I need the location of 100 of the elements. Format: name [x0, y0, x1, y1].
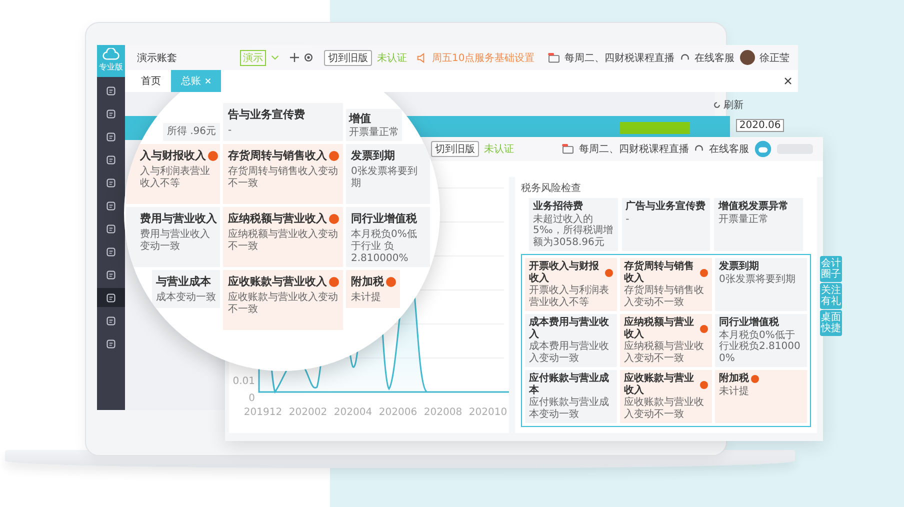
card-title: 发票到期 [719, 261, 759, 272]
risk-card[interactable]: 同行业增值税 本月税负0%低于行业 负2.810000% [346, 207, 430, 267]
risk-card[interactable]: 增值 开票量正常 [346, 109, 402, 141]
warning-icon [700, 324, 708, 332]
card-title: 应纳税额与营业收入 [624, 317, 695, 340]
card-title: 增值 [349, 111, 371, 126]
menu-item-icon [106, 132, 116, 142]
close-icon[interactable] [784, 77, 792, 85]
card-text: 0张发票将要到期 [351, 166, 418, 190]
risk-card[interactable]: 附加税 未计提 [346, 270, 400, 308]
card-text: 未超过收入的5‰，所得税调增额为3058.96元 [533, 214, 614, 248]
card-title: 成本费用与营业收入 [529, 317, 610, 340]
headset-icon [680, 52, 690, 62]
risk-card[interactable]: 成本费用与营业收入 成本费用与营业收入变动一致 [525, 314, 617, 367]
risk-card[interactable]: 应收账款与营业收入 应收账款与营业收入变动不一致 [223, 270, 343, 330]
live-tv-icon [562, 144, 574, 154]
axis-tick-label: 202010 [468, 407, 508, 418]
risk-card[interactable]: 发票到期 0张发票将要到期 [346, 144, 430, 204]
card-title: 同行业增值税 [351, 211, 417, 226]
warning-icon [208, 150, 218, 160]
support-link[interactable]: 在线客服 [709, 142, 749, 156]
card-text: 应付账款与营业成本变动一致 [529, 397, 610, 420]
live-tv-icon [548, 52, 560, 62]
card-text: 未计提 [719, 386, 750, 397]
plus-icon[interactable] [290, 53, 299, 62]
summary-card[interactable]: 广告与业务宣传费 - [622, 198, 710, 251]
menu-item-icon [106, 200, 116, 210]
card-text: - [626, 214, 630, 225]
card-text: 应纳税额与营业收入变动不一致 [228, 229, 339, 253]
switch-version-button[interactable]: 切到旧版 [324, 50, 372, 66]
card-text: 所得 .96元 [166, 126, 216, 138]
card-title: 业务招待费 [533, 201, 584, 212]
card-title: 告与业务宣传费 [228, 107, 305, 122]
card-text: 应收账款与营业收入变动不一致 [624, 397, 705, 420]
warning-icon [751, 374, 759, 383]
warning-icon [700, 380, 708, 388]
warning-icon [700, 268, 708, 276]
account-name[interactable]: 演示账套 [137, 50, 177, 64]
axis-tick-label: 0.01 [232, 376, 255, 387]
card-text: 本月税负0%低于行业 负2.810000% [351, 229, 418, 265]
summary-card[interactable]: 增值税发票异常 开票量正常 [714, 198, 803, 251]
warning-icon [605, 268, 613, 276]
logo-label: 专业版 [99, 62, 123, 73]
card-text: 未计提 [351, 292, 382, 304]
card-title: 存货周转与销售收入 [228, 148, 327, 163]
warning-icon [329, 214, 339, 224]
risk-card[interactable]: 费用与营业收入 费用与营业收入变动一致 [126, 207, 220, 267]
risk-card[interactable]: 所得 .96元 [162, 123, 220, 141]
card-title: 广告与业务宣传费 [626, 201, 706, 212]
refresh-link[interactable]: 刷新 [724, 98, 744, 112]
risk-card[interactable]: 同行业增值税 本月税负0%低于行业税负2.810000% [715, 314, 807, 367]
risk-card[interactable]: 附加税 未计提 [715, 370, 807, 423]
menu-item-icon [106, 178, 116, 188]
warning-icon [386, 276, 396, 286]
settings-icon[interactable] [304, 53, 313, 62]
axis-tick-label: 201912 [244, 407, 282, 418]
axis-tick-label: 202006 [378, 407, 418, 418]
support-link[interactable]: 在线客服 [694, 50, 735, 64]
risk-card[interactable]: 存货周转与销售收入 存货周转与销售收入变动不一致 [620, 258, 712, 311]
menu-item-icon [106, 338, 116, 348]
avatar[interactable] [740, 50, 755, 65]
card-text: - [228, 125, 233, 137]
card-text: 存货周转与销售收入变动不一致 [228, 166, 339, 190]
risk-card[interactable]: 与营业成本 成本变动一致 [152, 270, 220, 308]
risk-card[interactable]: 发票到期 0张发票将要到期 [715, 258, 807, 311]
sidebar-item[interactable] [97, 288, 125, 307]
card-text: 应收账款与营业收入变动不一致 [228, 292, 339, 316]
risk-card[interactable]: 应付账款与营业成本 应付账款与营业成本变动一致 [525, 370, 617, 423]
tab[interactable]: 首页 [131, 70, 171, 92]
switch-version-button[interactable]: 切到旧版 [431, 141, 479, 157]
risk-card[interactable]: 开票收入与财报收入 开票收入与利润表营业收入不等 [525, 258, 617, 311]
live-course-link[interactable]: 每周二、四财税课程直播 [564, 50, 675, 64]
summary-card[interactable]: 业务招待费 未超过收入的5‰，所得税调增额为3058.96元 [529, 198, 618, 251]
card-title: 同行业增值税 [719, 317, 779, 328]
card-text: 存货周转与销售收入变动不一致 [624, 285, 705, 308]
card-title: 存货周转与销售收入 [624, 261, 695, 284]
risk-card[interactable]: 应纳税额与营业收入 应纳税额与营业收入变动不一致 [223, 207, 343, 267]
card-text: 本月税负0%低于行业税负2.810000% [719, 330, 802, 364]
risk-card[interactable]: 告与业务宣传费 - [223, 103, 343, 141]
card-title: 入与财报收入 [140, 148, 206, 163]
live-course-link[interactable]: 每周二、四财税课程直播 [579, 142, 689, 156]
card-title: 应付账款与营业成本 [529, 373, 610, 396]
card-text: 费用与营业收入变动一致 [140, 229, 211, 253]
menu-item-icon [106, 246, 116, 256]
warning-icon [329, 150, 339, 160]
risk-card[interactable]: 存货周转与销售收入 存货周转与销售收入变动不一致 [223, 144, 343, 204]
card-title: 应收账款与营业收入 [624, 373, 695, 396]
user-name[interactable]: 徐正莹 [760, 50, 790, 64]
card-title: 附加税 [351, 274, 384, 289]
menu-item-icon [106, 270, 116, 280]
speaker-icon [417, 52, 427, 62]
card-title: 增值税发票异常 [718, 201, 790, 212]
risk-card[interactable]: 应纳税额与营业收入 应纳税额与营业收入变动不一致 [620, 314, 712, 367]
period-field[interactable]: 2020.06 [736, 119, 784, 132]
risk-card[interactable]: 入与财报收入 入与利润表营业收入不等 [126, 144, 220, 204]
risk-card[interactable]: 应收账款与营业收入 应收账款与营业收入变动不一致 [620, 370, 712, 423]
card-text: 成本变动一致 [156, 292, 216, 304]
card-text: 开票量正常 [349, 127, 399, 139]
refresh-icon[interactable] [712, 101, 721, 109]
cloud-icon [102, 48, 120, 60]
